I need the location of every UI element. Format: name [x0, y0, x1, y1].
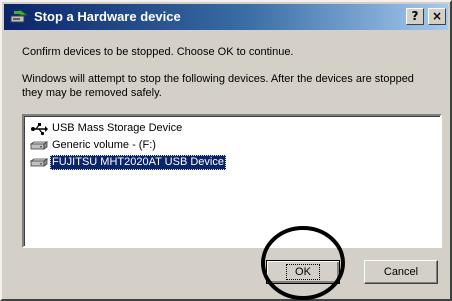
device-label: USB Mass Storage Device — [52, 122, 183, 134]
window-title: Stop a Hardware device — [34, 9, 181, 24]
drive-icon — [30, 140, 48, 150]
device-label: Generic volume - (F:) — [52, 139, 156, 151]
ok-button[interactable]: OK — [266, 260, 340, 284]
title-bar[interactable]: Stop a Hardware device ? × — [4, 4, 448, 30]
list-item-fujitsu-device[interactable]: FUJITSU MHT2020AT USB Device — [30, 154, 226, 171]
info-text: Windows will attempt to stop the followi… — [22, 73, 414, 99]
confirm-prompt: Confirm devices to be stopped. Choose OK… — [22, 46, 294, 58]
list-item-usb-mass-storage[interactable]: USB Mass Storage Device — [30, 120, 184, 137]
usb-device-icon — [31, 122, 48, 135]
stop-hardware-dialog: Stop a Hardware device ? × Confirm devic… — [0, 0, 452, 301]
list-item-generic-volume[interactable]: Generic volume - (F:) — [30, 137, 158, 154]
help-button[interactable]: ? — [406, 8, 424, 25]
device-label-selected: FUJITSU MHT2020AT USB Device — [50, 155, 226, 170]
cancel-button[interactable]: Cancel — [364, 260, 438, 284]
drive-icon — [30, 157, 48, 167]
ok-button-label: OK — [286, 264, 320, 280]
hardware-eject-icon — [10, 9, 28, 23]
device-list[interactable]: USB Mass Storage Device Generic volume -… — [22, 114, 442, 248]
close-button[interactable]: × — [428, 8, 446, 25]
